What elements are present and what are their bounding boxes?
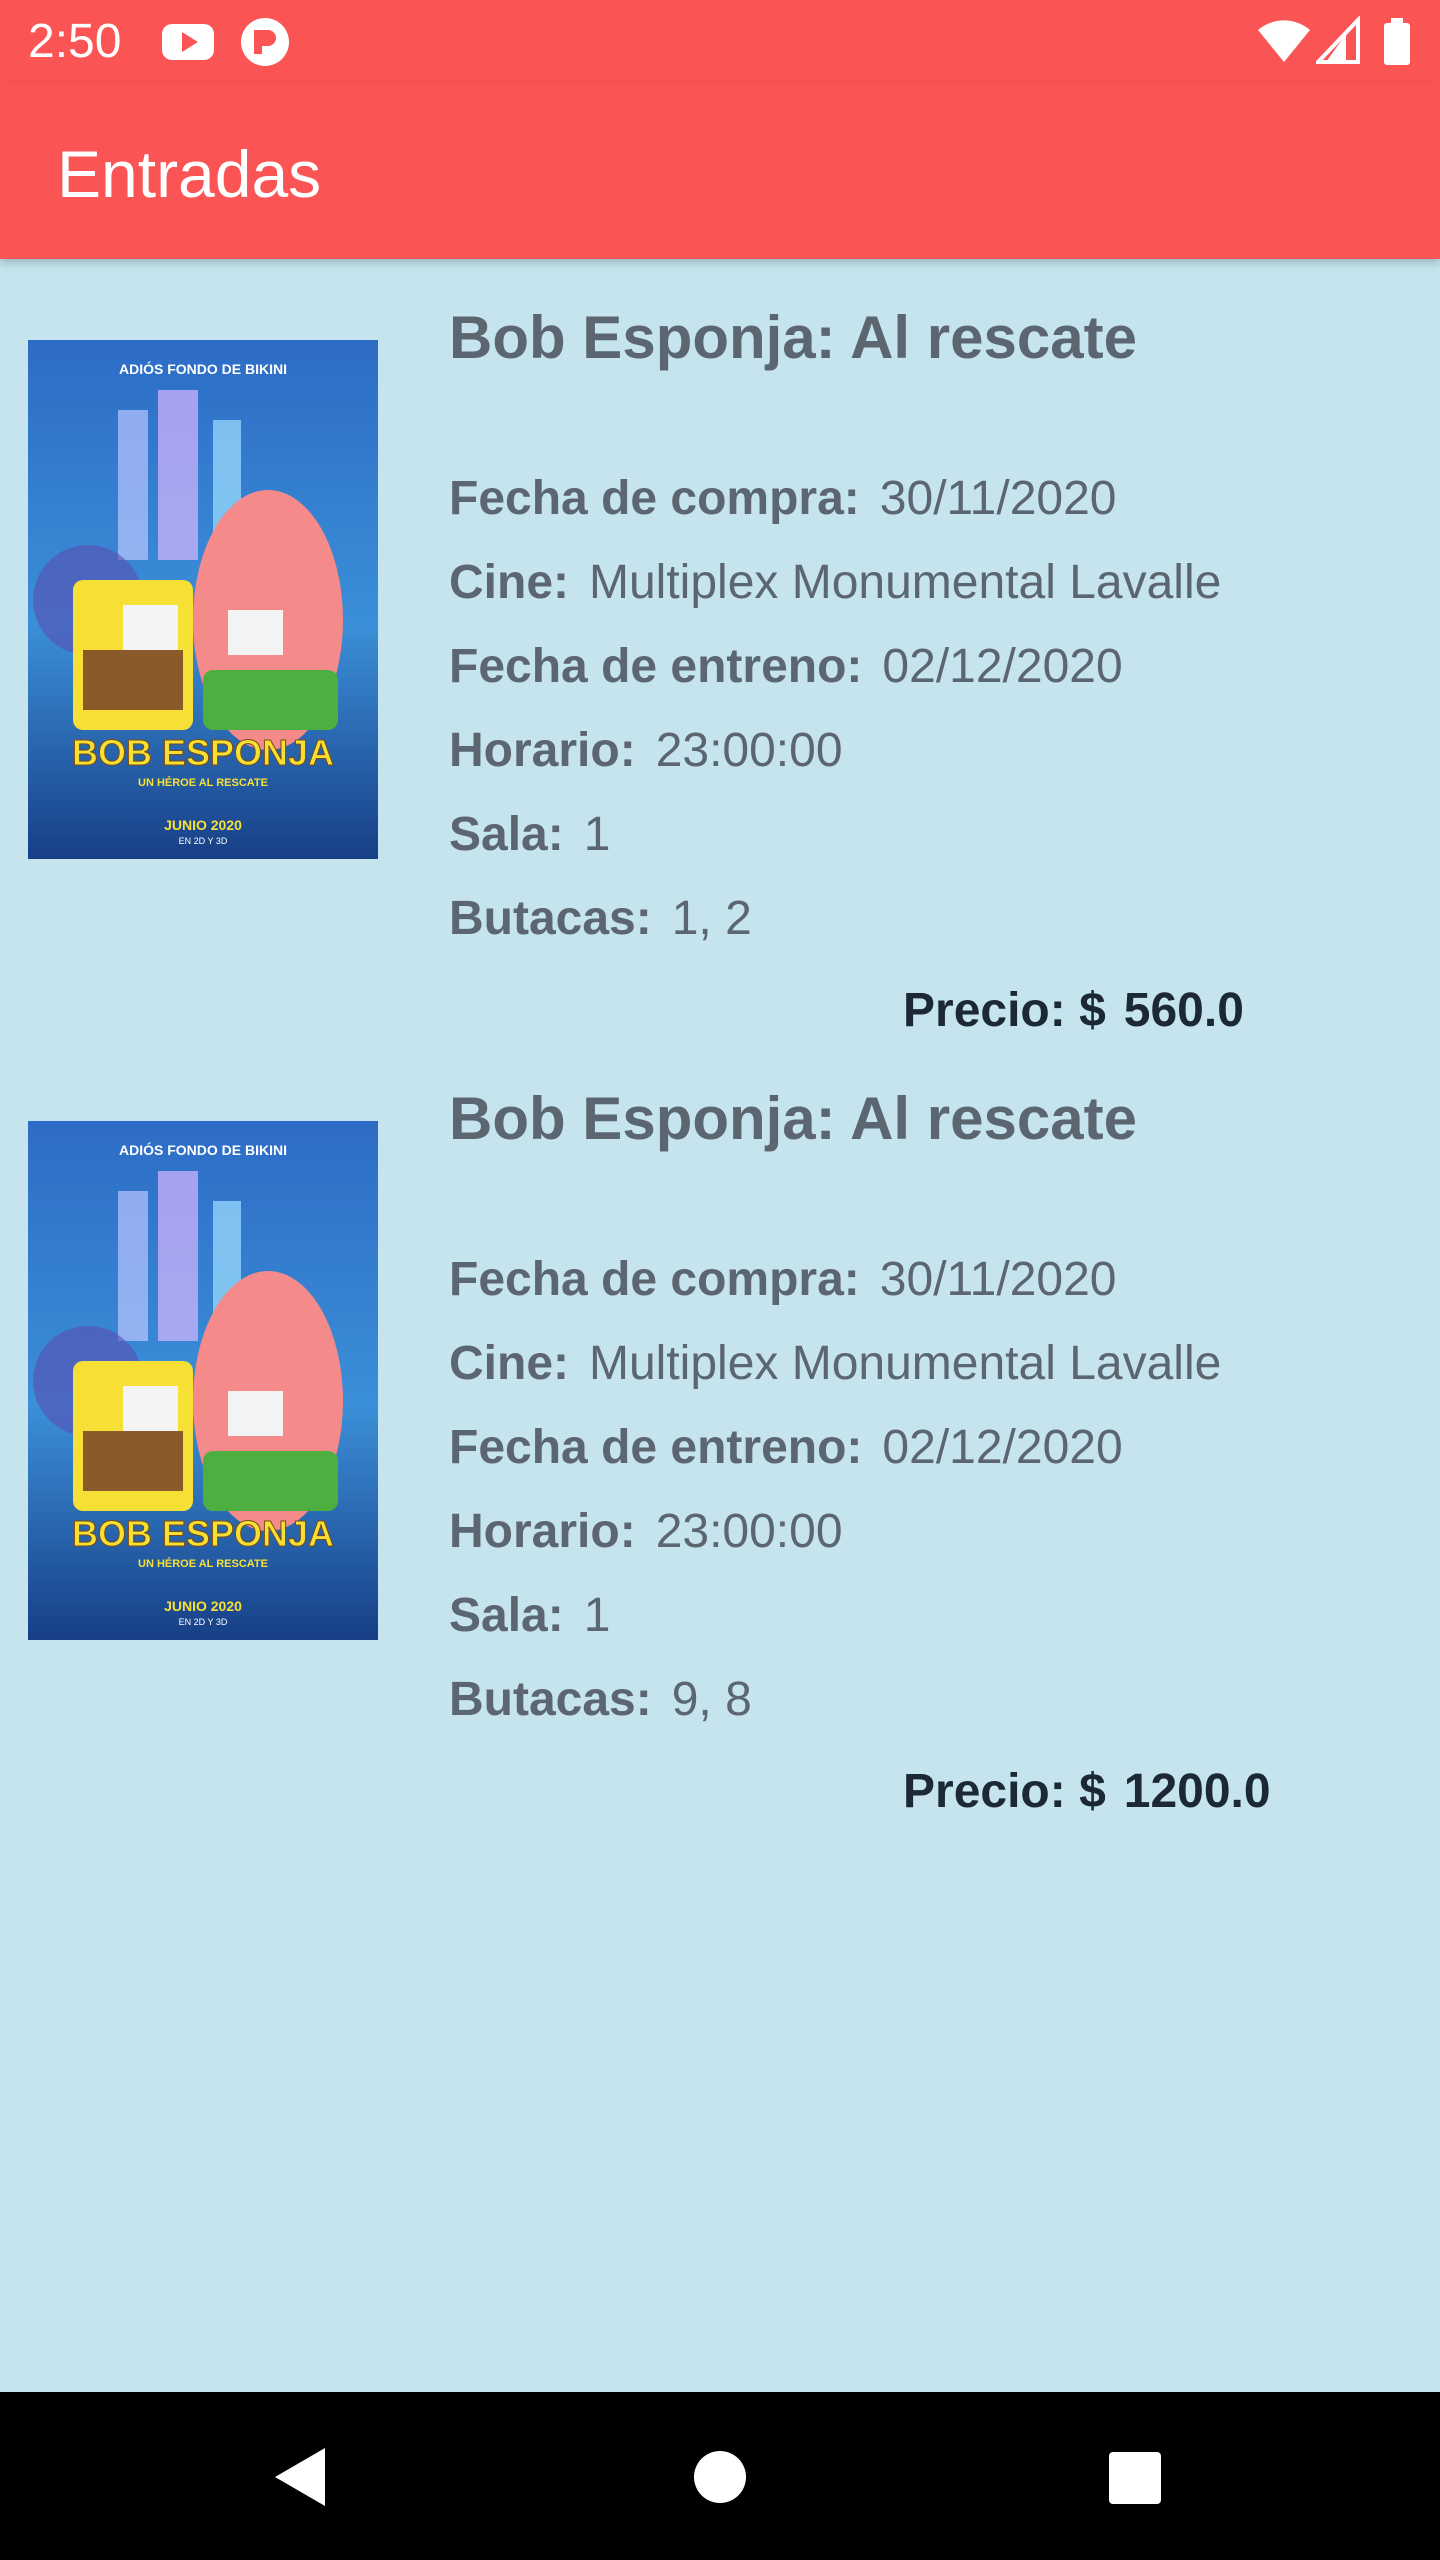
cine-row: Cine: Multiplex Monumental Lavalle <box>449 1336 1221 1392</box>
fecha-compra-row: Fecha de compra: 30/11/2020 <box>449 1252 1116 1308</box>
price-label: Precio: $ <box>903 1765 1106 1818</box>
butacas-label: Butacas: <box>449 1673 652 1726</box>
horario-label: Horario: <box>449 1505 636 1558</box>
movie-poster: ADIÓS FONDO DE BIKINI BOB ESPONJA UN HÉR… <box>28 1121 378 1640</box>
sala-row: Sala: 1 <box>449 807 610 863</box>
movie-title: Bob Esponja: Al rescate <box>449 304 1137 371</box>
fecha-compra-label: Fecha de compra: <box>449 1253 860 1306</box>
navigation-bar <box>0 2392 1440 2560</box>
fecha-estreno-label: Fecha de entreno: <box>449 640 863 693</box>
app-bar: Entradas <box>0 84 1440 259</box>
poster-format-text: EN 2D Y 3D <box>179 1617 228 1627</box>
battery-icon <box>1382 16 1412 73</box>
home-icon[interactable] <box>675 2432 765 2522</box>
cine-label: Cine: <box>449 556 569 609</box>
horario-value: 23:00:00 <box>655 724 843 777</box>
butacas-row: Butacas: 1, 2 <box>449 891 752 947</box>
movie-title: Bob Esponja: Al rescate <box>449 1085 1137 1152</box>
price-row: Precio: $ 1200.0 <box>903 1764 1271 1820</box>
ticket-card[interactable]: ADIÓS FONDO DE BIKINI BOB ESPONJA UN HÉR… <box>0 1040 1440 1821</box>
fecha-estreno-row: Fecha de entreno: 02/12/2020 <box>449 1420 1123 1476</box>
horario-label: Horario: <box>449 724 636 777</box>
horario-row: Horario: 23:00:00 <box>449 723 843 779</box>
horario-value: 23:00:00 <box>655 1505 843 1558</box>
price-label: Precio: $ <box>903 984 1106 1037</box>
poster-logo-text: BOB ESPONJA <box>72 732 334 773</box>
cine-value: Multiplex Monumental Lavalle <box>589 556 1222 609</box>
notification-app-icon <box>238 16 292 73</box>
fecha-compra-label: Fecha de compra: <box>449 472 860 525</box>
fecha-estreno-label: Fecha de entreno: <box>449 1421 863 1474</box>
butacas-row: Butacas: 9, 8 <box>449 1672 752 1728</box>
sala-value: 1 <box>583 1589 611 1642</box>
status-time: 2:50 <box>28 15 122 68</box>
poster-date-text: JUNIO 2020 <box>164 817 242 833</box>
status-bar: 2:50 <box>0 0 1440 84</box>
fecha-compra-value: 30/11/2020 <box>879 1253 1117 1306</box>
recents-icon[interactable] <box>1089 2432 1179 2522</box>
page-title: Entradas <box>57 137 322 211</box>
poster-subtitle-text: UN HÉROE AL RESCATE <box>138 1557 268 1570</box>
sala-row: Sala: 1 <box>449 1588 610 1644</box>
youtube-icon <box>160 16 216 73</box>
butacas-label: Butacas: <box>449 892 652 945</box>
horario-row: Horario: 23:00:00 <box>449 1504 843 1560</box>
poster-top-text: ADIÓS FONDO DE BIKINI <box>119 360 287 377</box>
wifi-icon <box>1256 16 1312 73</box>
ticket-list[interactable]: ADIÓS FONDO DE BIKINI BOB ESPONJA UN HÉR… <box>0 259 1440 1821</box>
movie-poster: ADIÓS FONDO DE BIKINI BOB ESPONJA UN HÉR… <box>28 340 378 859</box>
fecha-estreno-row: Fecha de entreno: 02/12/2020 <box>449 639 1123 695</box>
poster-date-text: JUNIO 2020 <box>164 1598 242 1614</box>
sala-label: Sala: <box>449 1589 564 1642</box>
poster-subtitle-text: UN HÉROE AL RESCATE <box>138 776 268 789</box>
fecha-compra-value: 30/11/2020 <box>879 472 1117 525</box>
poster-format-text: EN 2D Y 3D <box>179 836 228 846</box>
price-value: 560.0 <box>1123 984 1244 1037</box>
cine-row: Cine: Multiplex Monumental Lavalle <box>449 555 1221 611</box>
price-row: Precio: $ 560.0 <box>903 983 1244 1039</box>
sala-value: 1 <box>583 808 611 861</box>
cell-signal-icon <box>1313 15 1360 73</box>
sala-label: Sala: <box>449 808 564 861</box>
poster-logo-text: BOB ESPONJA <box>72 1513 334 1554</box>
ticket-card[interactable]: ADIÓS FONDO DE BIKINI BOB ESPONJA UN HÉR… <box>0 259 1440 1040</box>
fecha-compra-row: Fecha de compra: 30/11/2020 <box>449 471 1116 527</box>
fecha-estreno-value: 02/12/2020 <box>882 1421 1123 1474</box>
poster-top-text: ADIÓS FONDO DE BIKINI <box>119 1141 287 1158</box>
cine-value: Multiplex Monumental Lavalle <box>589 1337 1222 1390</box>
cine-label: Cine: <box>449 1337 569 1390</box>
fecha-estreno-value: 02/12/2020 <box>882 640 1123 693</box>
back-icon[interactable] <box>255 2432 345 2522</box>
butacas-value: 1, 2 <box>671 892 752 945</box>
price-value: 1200.0 <box>1123 1765 1271 1818</box>
butacas-value: 9, 8 <box>671 1673 752 1726</box>
